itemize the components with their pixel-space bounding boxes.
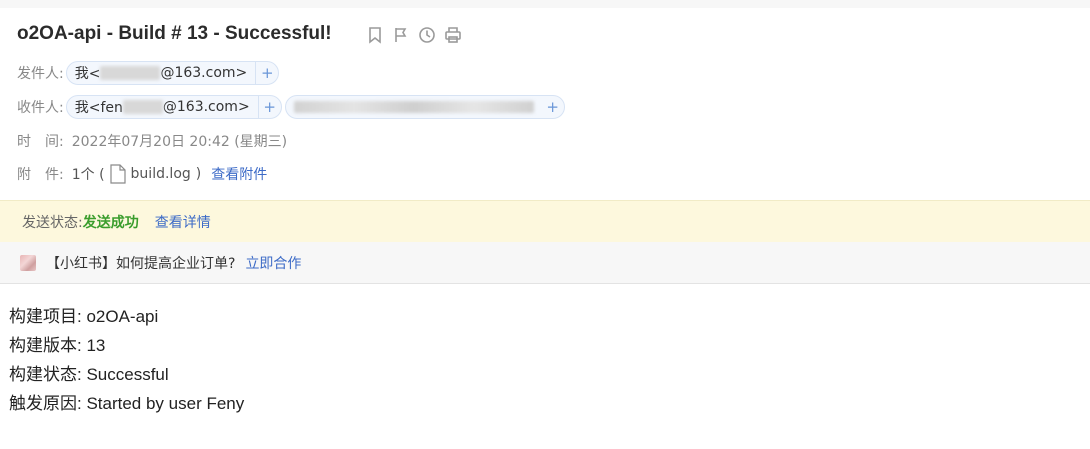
recipient-chip-extra[interactable]: +: [284, 95, 565, 119]
attachment-label: 附 件:: [17, 167, 64, 183]
time-value: 2022年07月20日 20:42 (星期三): [71, 134, 288, 150]
time-label: 时 间:: [17, 134, 64, 150]
print-icon[interactable]: [444, 26, 462, 44]
body-line-status: 构建状态: Successful: [9, 365, 169, 384]
subject-toolbar: [366, 26, 462, 44]
recipient-name-suffix: @163.com>: [162, 99, 250, 115]
sender-chip[interactable]: 我< @163.com> +: [65, 61, 280, 85]
ad-link[interactable]: 立即合作: [245, 253, 301, 273]
send-status-label: 发送状态:: [22, 215, 83, 231]
bookmark-icon[interactable]: [366, 26, 384, 44]
recipient-label: 收件人:: [17, 100, 64, 116]
recipient-chip[interactable]: 我<fen @163.com> +: [65, 95, 282, 119]
sender-add-button[interactable]: +: [255, 62, 278, 84]
recipient-add-button[interactable]: +: [257, 96, 281, 118]
recipient-extra-add-button[interactable]: +: [542, 96, 564, 118]
attachment-filename[interactable]: build.log: [131, 166, 191, 182]
view-attachment-link[interactable]: 查看附件: [211, 164, 267, 184]
ad-thumbnail-icon: [20, 254, 36, 271]
time-row: 时 间: 2022年07月20日 20:42 (星期三): [17, 131, 287, 151]
body-line-cause: 触发原因: Started by user Feny: [9, 394, 245, 413]
send-status-value: 发送成功: [82, 215, 139, 231]
body-line-project: 构建项目: o2OA-api: [9, 307, 159, 326]
send-status-bar: 发送状态: 发送成功 查看详情: [0, 200, 1090, 243]
sender-row: 发件人: 我< @163.com> +: [17, 61, 280, 85]
file-icon: [109, 164, 127, 184]
recipient-name-prefix: 我<fen: [74, 100, 123, 116]
view-details-link[interactable]: 查看详情: [155, 212, 211, 232]
recipient-row: 收件人: 我<fen @163.com> + +: [17, 95, 565, 119]
ad-text: 【小红书】如何提高企业订单?: [46, 255, 236, 272]
ad-bar: 【小红书】如何提高企业订单? 立即合作: [0, 242, 1090, 284]
sender-redacted: [100, 66, 161, 80]
attachment-row: 附 件: 1个 ( build.log ) 查看附件: [17, 164, 267, 184]
recipient-extra-redacted: [293, 101, 534, 113]
clock-icon[interactable]: [418, 26, 436, 44]
top-strip: [0, 0, 1090, 8]
sender-name-prefix: 我<: [74, 66, 101, 82]
attachment-close-paren: ): [195, 166, 202, 182]
email-subject: o2OA-api - Build # 13 - Successful!: [17, 23, 332, 44]
flag-icon[interactable]: [392, 26, 410, 44]
recipient-redacted: [122, 100, 163, 114]
attachment-count: 1个 (: [71, 167, 105, 183]
body-line-version: 构建版本: 13: [9, 336, 106, 355]
sender-label: 发件人:: [17, 66, 64, 82]
sender-name-suffix: @163.com>: [160, 65, 248, 81]
